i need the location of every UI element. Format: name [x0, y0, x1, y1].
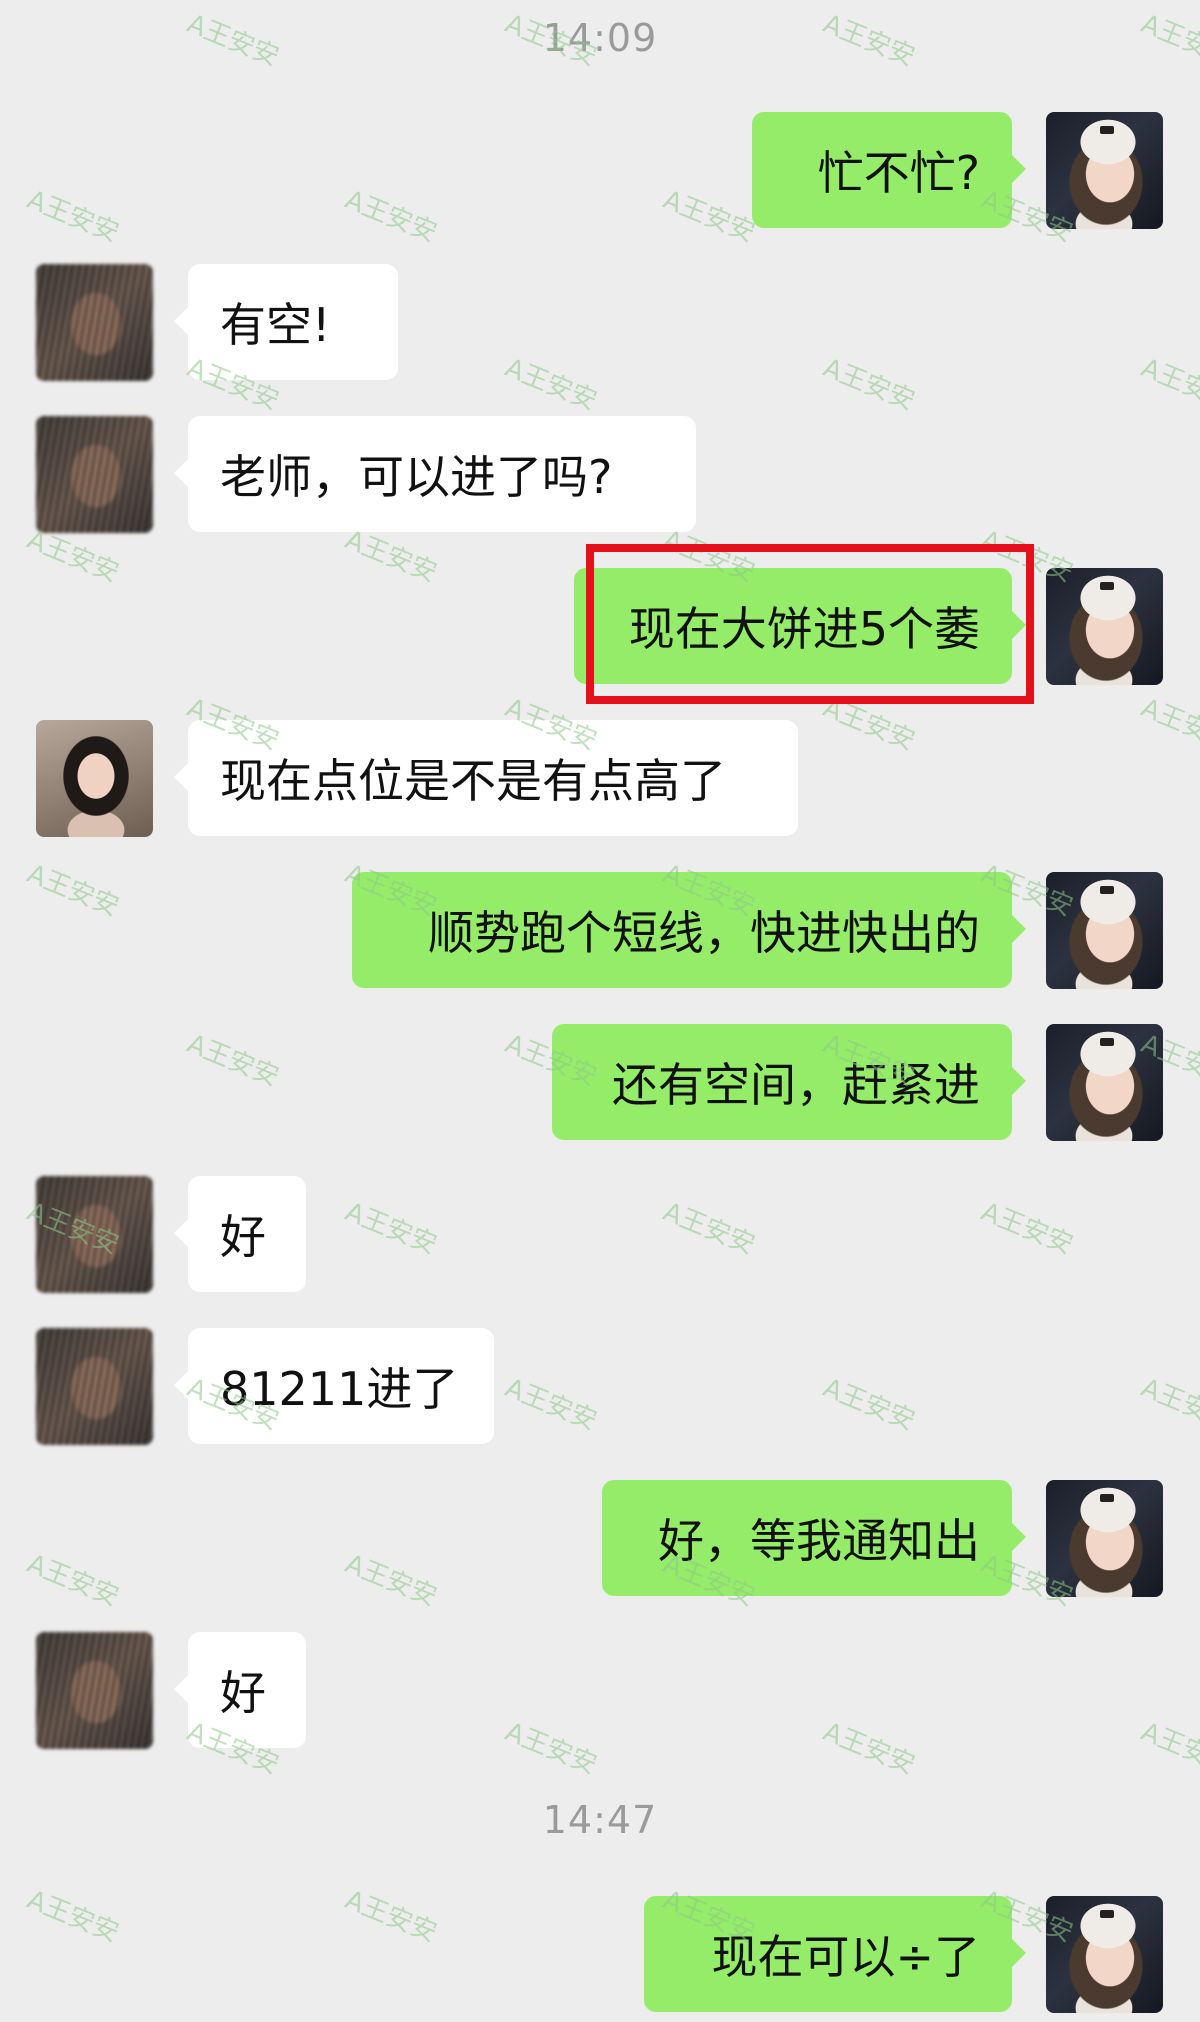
sent-message-bubble[interactable]: 忙不忙? [752, 112, 1026, 228]
self-avatar[interactable] [1046, 1896, 1163, 2013]
watermark: A王安安 [22, 858, 123, 923]
contact-avatar[interactable] [36, 1176, 153, 1293]
watermark: A王安安 [500, 1372, 601, 1437]
message-text: 有空! [220, 298, 331, 352]
message-text: 老师，可以进了吗? [220, 450, 613, 504]
sent-message-bubble[interactable]: 还有空间，赶紧进 [552, 1024, 1026, 1140]
message-text: 还有空间，赶紧进 [612, 1058, 980, 1112]
watermark: A王安安 [818, 1716, 919, 1781]
highlight-box [586, 544, 1034, 704]
contact-avatar[interactable] [36, 416, 153, 533]
message-text: 好 [220, 1210, 266, 1264]
watermark: A王安安 [500, 352, 601, 417]
message-text: 81211进了 [220, 1362, 459, 1416]
message-text: 好 [220, 1666, 266, 1720]
contact-avatar[interactable] [36, 1328, 153, 1445]
message-text: 忙不忙? [817, 146, 980, 200]
self-avatar[interactable] [1046, 568, 1163, 685]
timestamp: 14:47 [542, 1798, 658, 1842]
sent-message-bubble[interactable]: 好，等我通知出 [602, 1480, 1026, 1596]
watermark: A王安安 [1136, 1716, 1200, 1781]
message-text: 现在点位是不是有点高了 [220, 754, 726, 808]
watermark: A王安安 [818, 1372, 919, 1437]
self-avatar[interactable] [1046, 1024, 1163, 1141]
watermark: A王安安 [340, 1884, 441, 1949]
message-text: 现在可以÷了 [711, 1930, 980, 1984]
self-avatar[interactable] [1046, 112, 1163, 229]
message-text: 好，等我通知出 [658, 1514, 980, 1568]
watermark: A王安安 [500, 1716, 601, 1781]
watermark: A王安安 [1136, 352, 1200, 417]
watermark: A王安安 [976, 1196, 1077, 1261]
self-avatar[interactable] [1046, 872, 1163, 989]
timestamp: 14:09 [542, 16, 658, 60]
watermark: A王安安 [818, 352, 919, 417]
received-message-bubble[interactable]: 好 [174, 1176, 306, 1292]
contact-avatar[interactable] [36, 1632, 153, 1749]
watermark: A王安安 [22, 184, 123, 249]
watermark: A王安安 [340, 1548, 441, 1613]
received-message-bubble[interactable]: 现在点位是不是有点高了 [174, 720, 798, 836]
contact-avatar[interactable] [36, 720, 153, 837]
sent-message-bubble[interactable]: 现在可以÷了 [644, 1896, 1026, 2012]
watermark: A王安安 [658, 184, 759, 249]
self-avatar[interactable] [1046, 1480, 1163, 1597]
message-text: 顺势跑个短线，快进快出的 [428, 906, 980, 960]
received-message-bubble[interactable]: 81211进了 [174, 1328, 494, 1444]
watermark: A王安安 [658, 1196, 759, 1261]
sent-message-bubble[interactable]: 顺势跑个短线，快进快出的 [352, 872, 1026, 988]
watermark: A王安安 [340, 1196, 441, 1261]
watermark: A王安安 [22, 1548, 123, 1613]
received-message-bubble[interactable]: 有空! [174, 264, 398, 380]
watermark: A王安安 [340, 184, 441, 249]
received-message-bubble[interactable]: 老师，可以进了吗? [174, 416, 696, 532]
watermark: A王安安 [1136, 1372, 1200, 1437]
watermark: A王安安 [22, 1884, 123, 1949]
watermark: A王安安 [1136, 692, 1200, 757]
received-message-bubble[interactable]: 好 [174, 1632, 306, 1748]
watermark: A王安安 [182, 1028, 283, 1093]
contact-avatar[interactable] [36, 264, 153, 381]
